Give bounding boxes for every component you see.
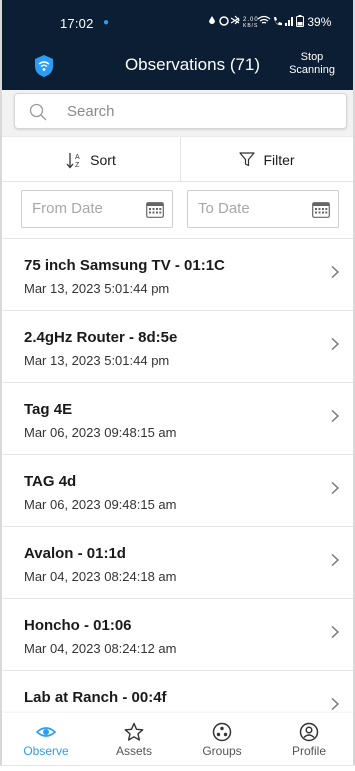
chevron-right-icon (331, 625, 340, 639)
profile-icon (299, 722, 319, 742)
nav-groups[interactable]: Groups (178, 713, 266, 765)
observation-title: Lab at Ranch - 00:4f (24, 689, 167, 706)
filter-label: Filter (263, 151, 295, 168)
nav-observe[interactable]: Observe (2, 713, 90, 765)
nav-label: Assets (115, 744, 152, 758)
app-bar: Observations (71) Stop Scanning (2, 44, 353, 90)
svg-text:KB/S: KB/S (243, 23, 258, 27)
chevron-right-icon (331, 265, 340, 279)
observation-time: Mar 13, 2023 5:01:44 pm (24, 281, 170, 296)
observation-title: Tag 4E (24, 401, 73, 418)
observation-time: Mar 04, 2023 08:24:12 am (24, 641, 177, 656)
sort-filter-bar: A Z Sort Filter (2, 136, 353, 182)
status-bar: 17:02 ● 2.00 KB/S 39% (2, 0, 353, 44)
bottom-edge (0, 765, 355, 771)
observation-title: 75 inch Samsung TV - 01:1C (24, 257, 225, 274)
date-range (2, 182, 353, 238)
search-box[interactable] (14, 93, 347, 129)
search-icon (29, 103, 47, 121)
bottom-nav: Observe Assets Groups Profile (2, 713, 353, 765)
list-item[interactable]: TAG 4d Mar 06, 2023 09:48:15 am (2, 454, 353, 526)
location-dot-icon: ● (103, 17, 110, 28)
status-time: 17:02 (60, 16, 94, 31)
chevron-right-icon (331, 337, 340, 351)
list-item[interactable]: Tag 4E Mar 06, 2023 09:48:15 am (2, 382, 353, 454)
observation-title: Honcho - 01:06 (24, 617, 132, 634)
battery-percent: 39% (307, 15, 332, 29)
scanning-label: Scanning (289, 64, 335, 76)
eye-icon (36, 727, 56, 737)
battery-icon (296, 15, 304, 27)
observation-time: Mar 06, 2023 09:48:15 am (24, 425, 177, 440)
nav-label: Groups (202, 744, 242, 758)
list-item[interactable]: Honcho - 01:06 Mar 04, 2023 08:24:12 am (2, 598, 353, 670)
status-icons: 2.00 KB/S (209, 15, 293, 30)
observation-list: 75 inch Samsung TV - 01:1C Mar 13, 2023 … (2, 238, 353, 742)
list-item[interactable]: 75 inch Samsung TV - 01:1C Mar 13, 2023 … (2, 238, 353, 310)
list-item[interactable]: Avalon - 01:1d Mar 04, 2023 08:24:18 am (2, 526, 353, 598)
sort-label: Sort (90, 151, 116, 168)
search-input[interactable] (67, 100, 337, 122)
from-date-input[interactable] (32, 200, 142, 217)
groups-icon (212, 722, 232, 742)
filter-funnel-icon (239, 152, 256, 167)
chevron-right-icon (331, 553, 340, 567)
observation-time: Mar 13, 2023 5:01:44 pm (24, 353, 170, 368)
observation-time: Mar 06, 2023 09:48:15 am (24, 497, 177, 512)
system-status-icons: 2.00 KB/S (209, 15, 293, 29)
list-item[interactable]: 2.4gHz Router - 8d:5e Mar 13, 2023 5:01:… (2, 310, 353, 382)
star-icon (124, 722, 144, 741)
battery-indicator: 39% (296, 15, 331, 29)
nav-assets[interactable]: Assets (90, 713, 178, 765)
chevron-right-icon (331, 409, 340, 423)
to-date-field[interactable] (187, 190, 339, 228)
stop-scanning-button[interactable]: Stop Scanning (285, 51, 339, 77)
sort-button[interactable]: A Z Sort (2, 137, 180, 182)
observation-time: Mar 04, 2023 08:24:18 am (24, 569, 177, 584)
calendar-icon[interactable] (146, 201, 164, 218)
nav-label: Observe (23, 744, 69, 758)
from-date-field[interactable] (21, 190, 173, 228)
to-date-input[interactable] (198, 200, 308, 217)
chevron-right-icon (331, 481, 340, 495)
nav-label: Profile (291, 744, 326, 758)
svg-text:Z: Z (75, 162, 80, 169)
observation-title: TAG 4d (24, 473, 77, 490)
observation-title: Avalon - 01:1d (24, 545, 126, 562)
filter-button[interactable]: Filter (180, 137, 353, 182)
stop-label: Stop (300, 51, 324, 63)
sort-az-icon: A Z (66, 151, 82, 169)
chevron-right-icon (331, 697, 340, 711)
svg-text:A: A (75, 154, 80, 161)
nav-profile[interactable]: Profile (265, 713, 353, 765)
calendar-icon[interactable] (312, 201, 330, 218)
observation-title: 2.4gHz Router - 8d:5e (24, 329, 178, 346)
search-bar (2, 90, 353, 136)
